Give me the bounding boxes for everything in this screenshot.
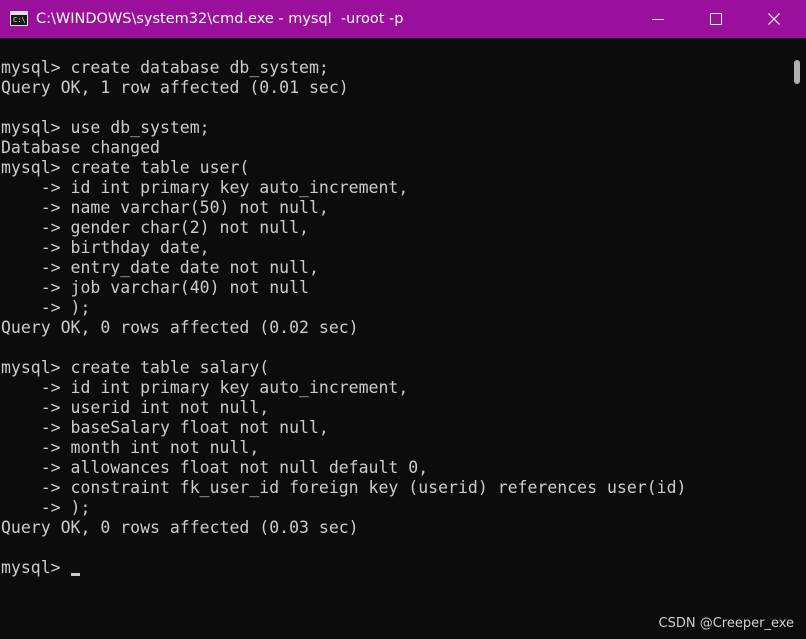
- console-line-text: -> month int not null,: [1, 438, 260, 457]
- console-line-text: -> userid int not null,: [1, 398, 270, 417]
- console-line: -> month int not null,: [1, 438, 686, 458]
- console-line: Database changed: [1, 138, 686, 158]
- console-line: Query OK, 0 rows affected (0.03 sec): [1, 518, 686, 538]
- console-line-text: -> );: [1, 298, 91, 317]
- vertical-scrollbar[interactable]: [790, 38, 806, 639]
- console-line-text: Query OK, 1 row affected (0.01 sec): [1, 78, 349, 97]
- console-line-text: -> name varchar(50) not null,: [1, 198, 329, 217]
- console-line-text: mysql> create table salary(: [1, 358, 270, 377]
- console-line-text: -> allowances float not null default 0,: [1, 458, 429, 477]
- console-line-text: -> id int primary key auto_increment,: [1, 178, 409, 197]
- console-line: -> name varchar(50) not null,: [1, 198, 686, 218]
- console-app-icon[interactable]: C:\: [10, 11, 28, 26]
- console-line: -> constraint fk_user_id foreign key (us…: [1, 478, 687, 498]
- console-line-text: -> gender char(2) not null,: [1, 218, 309, 237]
- console-line: -> entry_date date not null,: [1, 258, 686, 278]
- console-output[interactable]: mysql> create database db_system; Query O…: [0, 38, 790, 639]
- console-line: -> job varchar(40) not null: [1, 278, 686, 298]
- cmd-window: C:\ C:\WINDOWS\system32\cmd.exe - mysql …: [0, 0, 806, 639]
- maximize-button[interactable]: [686, 0, 744, 38]
- console-line: mysql> create table salary(: [1, 358, 686, 378]
- console-line: -> id int primary key auto_increment,: [1, 378, 686, 398]
- console-line-text: mysql> create database db_system;: [1, 58, 329, 77]
- console-line-text: -> );: [1, 498, 91, 517]
- console-line-text: -> job varchar(40) not null: [1, 278, 309, 297]
- console-line-text: Query OK, 0 rows affected (0.02 sec): [1, 318, 359, 337]
- console-line-text: -> entry_date date not null,: [1, 258, 319, 277]
- console-line-text: -> constraint fk_user_id foreign key (us…: [1, 478, 687, 497]
- console-line: Query OK, 1 row affected (0.01 sec): [1, 78, 686, 98]
- console-line: Query OK, 0 rows affected (0.02 sec): [1, 318, 686, 338]
- title-bar[interactable]: C:\ C:\WINDOWS\system32\cmd.exe - mysql …: [0, 0, 806, 38]
- app-icon-bar: [11, 12, 27, 15]
- watermark: CSDN @Creeper_exe: [658, 616, 794, 631]
- console-line-text: mysql> use db_system;: [1, 118, 210, 137]
- scrollbar-thumb[interactable]: [794, 60, 800, 84]
- console-line: -> birthday date,: [1, 238, 686, 258]
- console-line: -> );: [1, 498, 686, 518]
- console-line: mysql> create table user(: [1, 158, 686, 178]
- console-line: -> );: [1, 298, 686, 318]
- minimize-button[interactable]: [628, 0, 686, 38]
- console-line-text: -> id int primary key auto_increment,: [1, 378, 409, 397]
- console-line: -> baseSalary float not null,: [1, 418, 686, 438]
- text-cursor: [70, 573, 80, 576]
- console-line: mysql> create database db_system;: [1, 58, 686, 78]
- close-button[interactable]: [744, 0, 802, 38]
- maximize-icon: [710, 13, 722, 25]
- minimize-icon: [652, 19, 664, 20]
- console-line-text: -> baseSalary float not null,: [1, 418, 329, 437]
- console-line: -> userid int not null,: [1, 398, 686, 418]
- console-line-text: mysql>: [1, 558, 71, 577]
- console-line-text: Database changed: [1, 138, 160, 157]
- console-line-text: Query OK, 0 rows affected (0.03 sec): [1, 518, 359, 537]
- console-line: -> id int primary key auto_increment,: [1, 178, 686, 198]
- console-line: -> allowances float not null default 0,: [1, 458, 686, 478]
- console-line: mysql>: [1, 558, 686, 578]
- console-line: mysql> use db_system;: [1, 118, 686, 138]
- console-line: -> gender char(2) not null,: [1, 218, 686, 238]
- window-title: C:\WINDOWS\system32\cmd.exe - mysql -uro…: [36, 11, 404, 27]
- console-lines: mysql> create database db_system; Query O…: [1, 58, 686, 578]
- app-icon-glyph: C:\: [13, 16, 26, 24]
- console-line-text: mysql> create table user(: [1, 158, 250, 177]
- close-icon: [768, 13, 780, 25]
- console-line-text: -> birthday date,: [1, 238, 210, 257]
